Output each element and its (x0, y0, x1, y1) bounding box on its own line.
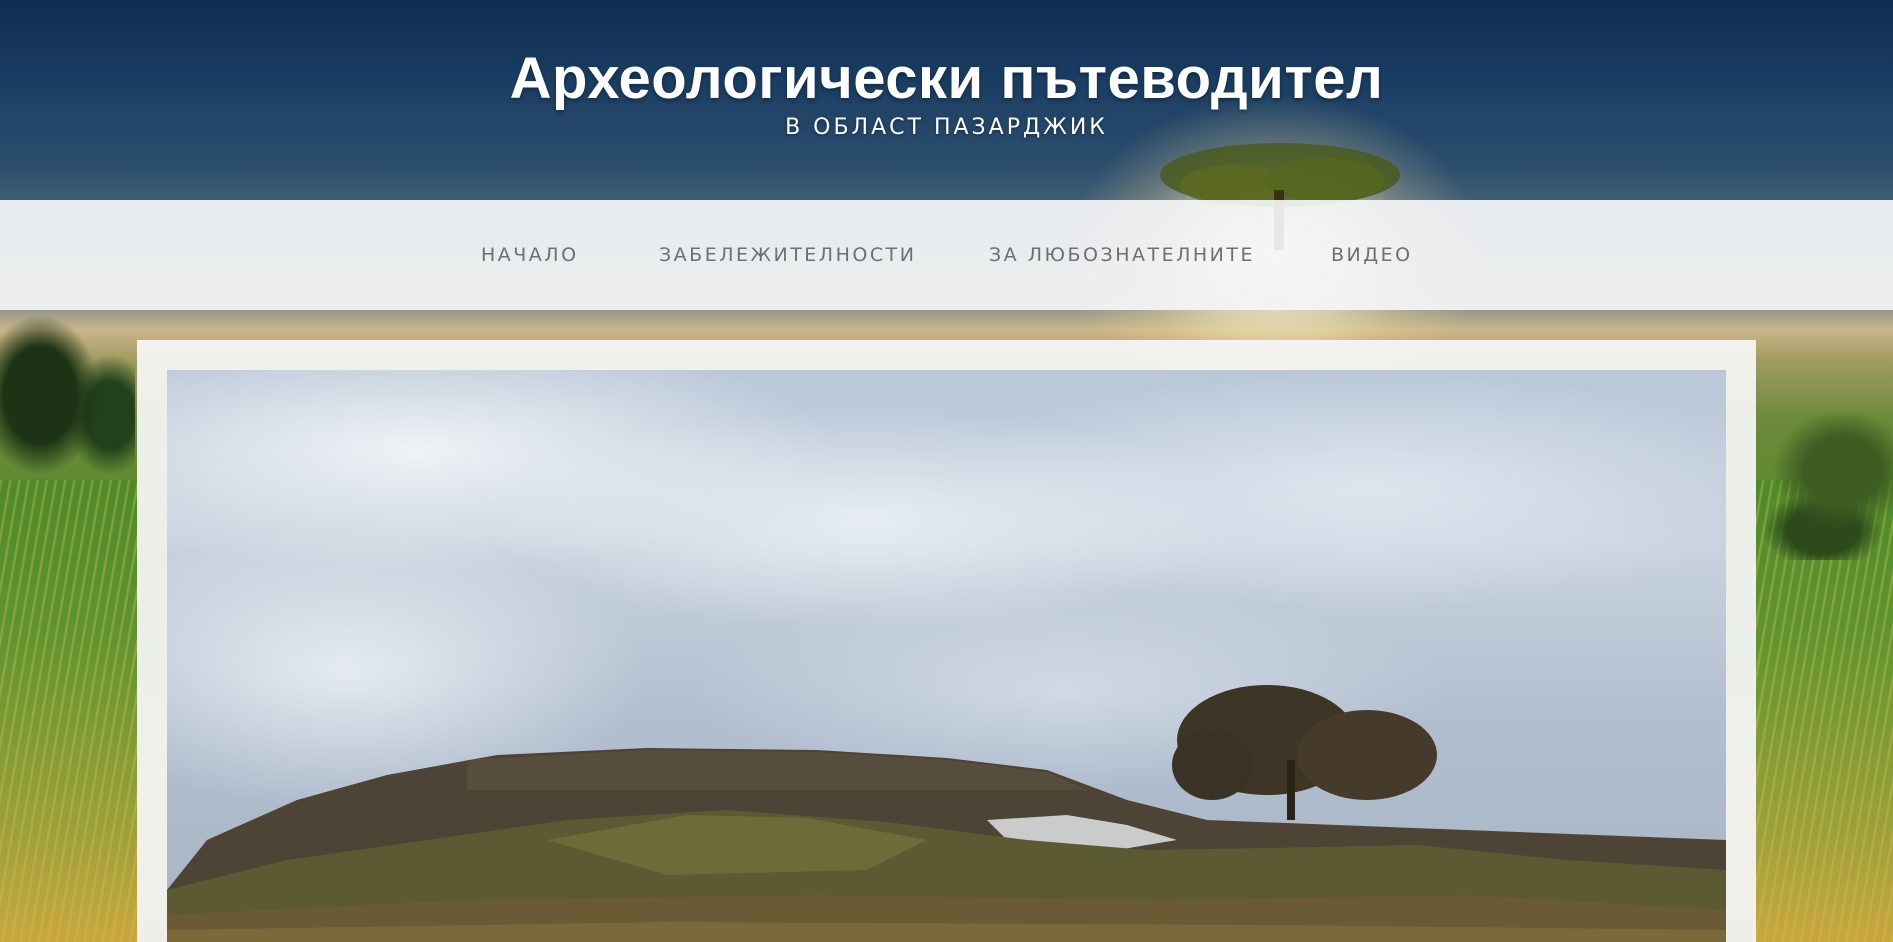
main-navigation: НАЧАЛО ЗАБЕЛЕЖИТЕЛНОСТИ ЗА ЛЮБОЗНАТЕЛНИТ… (0, 200, 1893, 310)
content-frame (137, 340, 1756, 942)
background-trees-right (1753, 400, 1893, 560)
image-slider[interactable] (167, 370, 1726, 942)
site-title[interactable]: Археологически пътеводител (0, 44, 1893, 114)
background-grass-left (0, 480, 140, 942)
nav-item-landmarks[interactable]: ЗАБЕЛЕЖИТЕЛНОСТИ (659, 240, 916, 270)
slide-landscape-illustration (167, 685, 1726, 942)
site-header: Археологически пътеводител В ОБЛАСТ ПАЗА… (0, 0, 1893, 200)
background-trees-left (0, 305, 135, 485)
nav-list: НАЧАЛО ЗАБЕЛЕЖИТЕЛНОСТИ ЗА ЛЮБОЗНАТЕЛНИТ… (0, 200, 1893, 310)
nav-item-video[interactable]: ВИДЕО (1331, 240, 1413, 270)
nav-item-home[interactable]: НАЧАЛО (481, 240, 579, 270)
site-subtitle: В ОБЛАСТ ПАЗАРДЖИК (785, 115, 1108, 140)
nav-item-for-curious[interactable]: ЗА ЛЮБОЗНАТЕЛНИТЕ (989, 240, 1255, 270)
